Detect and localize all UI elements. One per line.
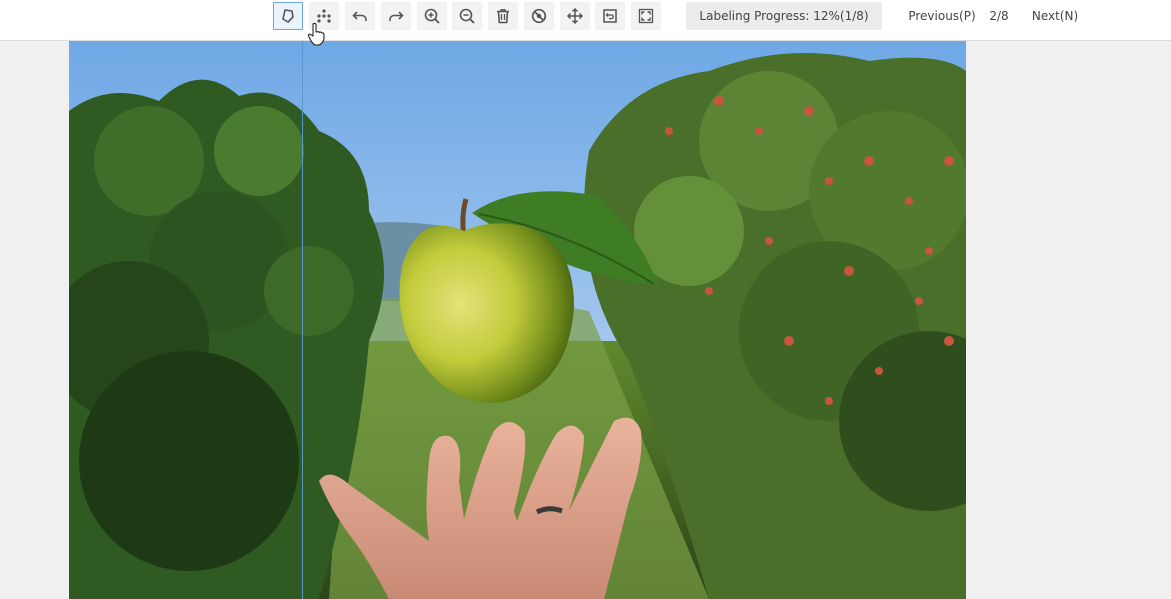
move-icon [566,7,584,25]
hand-pointer-cursor-icon [307,22,325,46]
zoom-out-icon [459,8,475,24]
zoom-in-button[interactable] [417,2,447,30]
redo-button[interactable] [381,2,411,30]
redo-icon [389,11,404,21]
zoom-out-button[interactable] [452,2,482,30]
polygon-icon [282,9,294,23]
fullscreen-button[interactable] [631,2,661,30]
undo-icon [352,11,367,21]
next-button[interactable]: Next(N) [1019,2,1091,30]
crosshair-guide-line [302,41,303,599]
previous-button[interactable]: Previous(P) [906,2,978,30]
page-indicator: 2/8 [989,9,1009,23]
photo-apple-hand-orchard [69,41,966,599]
polygon-tool-button[interactable] [273,2,303,30]
reset-view-icon [603,9,617,23]
reset-view-button[interactable] [595,2,625,30]
trash-icon [497,9,509,24]
delete-button[interactable] [488,2,518,30]
labeling-progress: Labeling Progress: 12%(1/8) [686,2,882,30]
top-toolbar: Labeling Progress: 12%(1/8) Previous(P) … [0,0,1171,41]
hide-annotations-button[interactable] [524,2,554,30]
image-canvas[interactable] [69,41,966,599]
undo-button[interactable] [345,2,375,30]
hide-icon [531,8,547,24]
zoom-in-icon [424,8,440,24]
fullscreen-icon [638,8,654,24]
move-button[interactable] [560,2,590,30]
